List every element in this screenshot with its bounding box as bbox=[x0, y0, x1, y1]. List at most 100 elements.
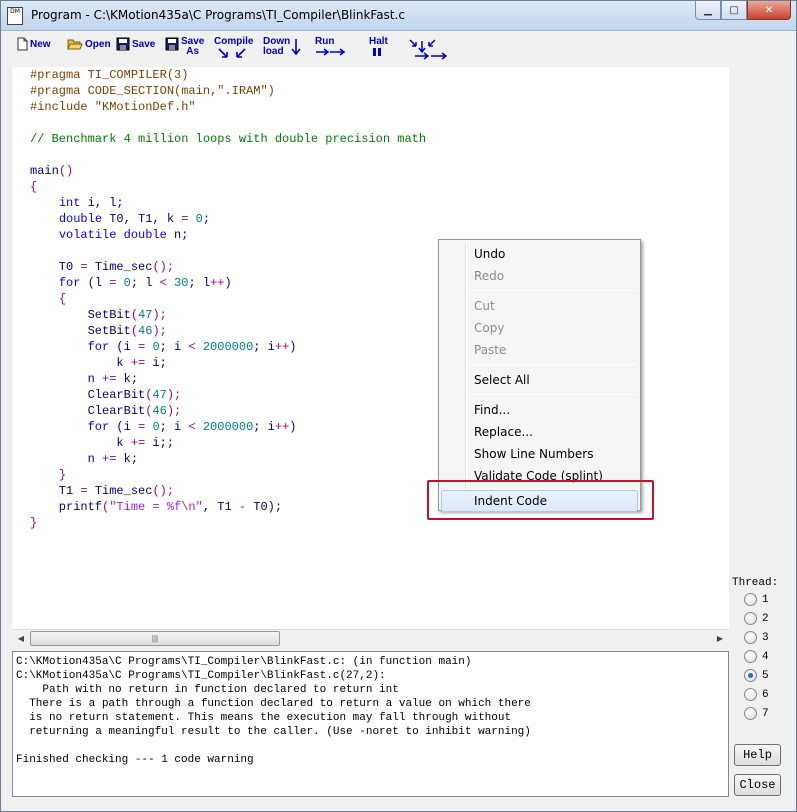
code-token: ; i bbox=[159, 420, 189, 434]
code-token: #include "KMotionDef.h" bbox=[30, 100, 196, 114]
thread-option-1[interactable]: 1 bbox=[744, 593, 769, 606]
menu-item-undo[interactable]: Undo bbox=[441, 243, 638, 265]
save-as-label: Save As bbox=[181, 36, 205, 57]
radio-button[interactable] bbox=[744, 669, 757, 682]
code-line: #pragma CODE_SECTION(main,".IRAM") bbox=[30, 83, 426, 99]
run-button[interactable]: Run bbox=[315, 37, 349, 60]
code-line: { bbox=[30, 179, 426, 195]
title-bar[interactable]: DM Program - C:\KMotion435a\C Programs\T… bbox=[1, 1, 796, 31]
thread-label: Thread: bbox=[732, 577, 779, 589]
save-button[interactable]: Save bbox=[116, 37, 155, 54]
output-line: There is a path through a function decla… bbox=[16, 698, 531, 710]
radio-button[interactable] bbox=[744, 650, 757, 663]
code-token: for bbox=[87, 420, 110, 434]
code-token: 2000000 bbox=[202, 420, 254, 434]
close-window-button[interactable]: ✕ bbox=[747, 1, 791, 20]
save-as-button[interactable]: Save As bbox=[165, 37, 204, 57]
menu-item-select-all[interactable]: Select All bbox=[441, 369, 638, 391]
code-token: k bbox=[30, 436, 131, 450]
code-token: < bbox=[188, 420, 196, 434]
run-label: Run bbox=[315, 36, 335, 47]
maximize-button[interactable]: □ bbox=[721, 1, 747, 20]
thread-option-5[interactable]: 5 bbox=[744, 669, 769, 682]
menu-item-show-line-numbers[interactable]: Show Line Numbers bbox=[441, 443, 638, 465]
code-token: ); bbox=[166, 388, 182, 402]
code-token: (i bbox=[109, 340, 139, 354]
thread-option-7[interactable]: 7 bbox=[744, 707, 769, 720]
code-token: n; bbox=[166, 228, 189, 242]
menu-item-paste: Paste bbox=[474, 343, 507, 357]
code-line: ClearBit(46); bbox=[30, 403, 426, 419]
download-button[interactable]: Down load bbox=[263, 37, 304, 60]
code-token: 30 bbox=[174, 276, 189, 290]
scroll-thumb[interactable]: ||| bbox=[30, 631, 280, 646]
code-token: ) bbox=[289, 420, 297, 434]
code-token: #pragma CODE_SECTION(main,".IRAM") bbox=[30, 84, 275, 98]
close-button[interactable]: Close bbox=[734, 774, 781, 796]
code-line: T1 = Time_sec(); bbox=[30, 483, 426, 499]
code-line: { bbox=[30, 291, 426, 307]
halt-button[interactable]: Halt bbox=[369, 37, 388, 60]
code-token: Time_sec bbox=[87, 484, 153, 498]
code-line: k += i;; bbox=[30, 435, 426, 451]
code-token: (); bbox=[152, 484, 175, 498]
code-token: ClearBit bbox=[30, 388, 146, 402]
code-line: printf("Time = %f\n", T1 - T0); bbox=[30, 499, 426, 515]
radio-button[interactable] bbox=[744, 688, 757, 701]
code-token: ++ bbox=[210, 276, 225, 290]
thread-option-label: 5 bbox=[762, 669, 769, 682]
code-line: volatile double n; bbox=[30, 227, 426, 243]
new-button[interactable]: New bbox=[17, 37, 51, 54]
code-token: 0 bbox=[152, 340, 160, 354]
thread-option-label: 6 bbox=[762, 688, 769, 701]
menu-item-replace[interactable]: Replace... bbox=[441, 421, 638, 443]
menu-item-find[interactable]: Find... bbox=[441, 399, 638, 421]
code-token: ); bbox=[166, 404, 182, 418]
code-line: SetBit(47); bbox=[30, 307, 426, 323]
thread-option-6[interactable]: 6 bbox=[744, 688, 769, 701]
open-button[interactable]: Open bbox=[67, 37, 111, 54]
output-line: C:\KMotion435a\C Programs\TI_Compiler\Bl… bbox=[16, 670, 386, 682]
thread-option-4[interactable]: 4 bbox=[744, 650, 769, 663]
radio-button[interactable] bbox=[744, 631, 757, 644]
code-token: ClearBit bbox=[30, 404, 146, 418]
radio-button[interactable] bbox=[744, 612, 757, 625]
menu-item-cut: Cut bbox=[474, 299, 495, 313]
compile-button[interactable]: Compile bbox=[214, 37, 253, 62]
pause-icon bbox=[372, 47, 382, 60]
scroll-right-arrow-icon[interactable]: ▶ bbox=[712, 631, 728, 646]
code-text: #pragma TI_COMPILER(3) #pragma CODE_SECTI… bbox=[30, 67, 426, 531]
code-line: } bbox=[30, 515, 426, 531]
code-token: ( bbox=[130, 308, 139, 322]
code-token: 47 bbox=[138, 308, 153, 322]
horizontal-scrollbar[interactable]: ◀ ||| ▶ bbox=[12, 629, 729, 646]
radio-button[interactable] bbox=[744, 707, 757, 720]
scroll-left-arrow-icon[interactable]: ◀ bbox=[13, 631, 29, 646]
code-token: double bbox=[58, 212, 103, 226]
step-arrows-icon bbox=[407, 37, 453, 66]
code-token: for bbox=[87, 340, 110, 354]
code-token: , T1 bbox=[202, 500, 239, 514]
halt-label: Halt bbox=[369, 36, 388, 47]
menu-item-copy: Copy bbox=[474, 321, 505, 335]
code-token: 46 bbox=[152, 404, 167, 418]
code-token: Time_sec bbox=[87, 260, 153, 274]
radio-button[interactable] bbox=[744, 593, 757, 606]
code-token: n bbox=[30, 372, 103, 386]
code-token: += bbox=[102, 452, 117, 466]
code-token: ; bbox=[202, 212, 211, 226]
help-button[interactable]: Help bbox=[734, 744, 781, 766]
minimize-button[interactable]: ▁ bbox=[695, 1, 721, 20]
output-line: Finished checking --- 1 code warning bbox=[16, 754, 254, 766]
program-window: DM Program - C:\KMotion435a\C Programs\T… bbox=[0, 0, 797, 812]
step-button[interactable] bbox=[407, 37, 455, 66]
save-as-disk-icon bbox=[165, 37, 179, 54]
output-pane[interactable]: C:\KMotion435a\C Programs\TI_Compiler\Bl… bbox=[12, 651, 729, 797]
thread-option-2[interactable]: 2 bbox=[744, 612, 769, 625]
thread-option-3[interactable]: 3 bbox=[744, 631, 769, 644]
